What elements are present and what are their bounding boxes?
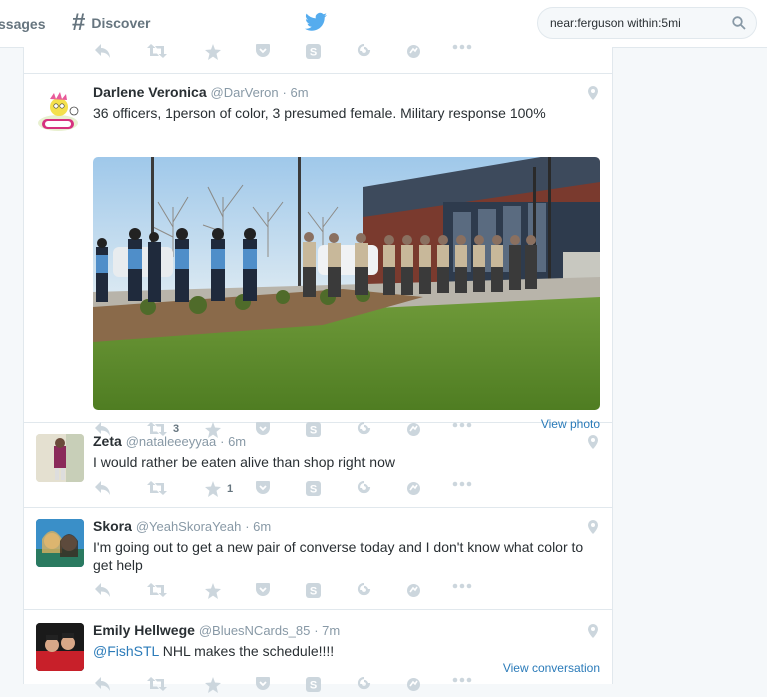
tweet-timestamp[interactable]: · 6m	[245, 519, 271, 534]
swirl-icon[interactable]	[357, 44, 371, 58]
tweet-fullname[interactable]: Darlene Veronica	[93, 84, 207, 100]
pocket-icon[interactable]	[256, 583, 270, 596]
location-pin-icon[interactable]	[588, 435, 598, 454]
tweet-header: Emily Hellwege @BluesNCards_85 · 7m	[93, 622, 340, 638]
tweet-timestamp[interactable]: · 7m	[314, 623, 340, 638]
tweet-actions: 1S	[95, 481, 515, 501]
tweet-fullname[interactable]: Emily Hellwege	[93, 622, 195, 638]
view-conversation-link[interactable]: View conversation	[503, 661, 600, 675]
tweet-text-rest: NHL makes the schedule!!!!	[158, 643, 335, 659]
nav-discover[interactable]: # Discover	[72, 9, 151, 36]
avatar[interactable]	[36, 623, 84, 671]
tweet-text: 36 officers, 1person of color, 3 presume…	[93, 105, 546, 121]
tweet-item[interactable]: Darlene Veronica @DarVeron · 6m 36 offic…	[24, 74, 612, 438]
skype-icon[interactable]: S	[306, 44, 321, 59]
tweet-fullname[interactable]: Skora	[93, 518, 132, 534]
retweet-icon[interactable]	[147, 677, 167, 691]
reply-icon[interactable]	[95, 481, 111, 495]
tweet-header: Darlene Veronica @DarVeron · 6m	[93, 84, 309, 100]
svg-text:S: S	[310, 680, 317, 692]
tweet-timestamp[interactable]: · 6m	[220, 434, 246, 449]
hashtag-icon: #	[72, 9, 86, 36]
location-pin-icon[interactable]	[588, 624, 598, 643]
svg-text:S: S	[310, 47, 317, 59]
reply-icon[interactable]	[95, 583, 111, 597]
disqus-icon[interactable]	[406, 583, 421, 598]
twitter-bird-icon[interactable]	[305, 12, 327, 37]
more-icon[interactable]	[452, 583, 472, 589]
swirl-icon[interactable]	[357, 583, 371, 597]
location-pin-icon[interactable]	[588, 86, 598, 105]
tweet-item[interactable]: Zeta @nataleeeyyaa · 6m I would rather b…	[24, 423, 612, 508]
retweet-icon[interactable]	[147, 583, 167, 597]
tweet-text: I would rather be eaten alive than shop …	[93, 454, 395, 470]
reply-icon[interactable]	[95, 44, 111, 58]
tweet-timestamp[interactable]: · 6m	[283, 85, 309, 100]
skype-icon[interactable]: S	[306, 677, 321, 692]
more-icon[interactable]	[452, 44, 472, 50]
tweet-handle[interactable]: @YeahSkoraYeah	[136, 519, 242, 534]
tweet-handle[interactable]: @nataleeeyyaa	[126, 434, 217, 449]
more-icon[interactable]	[452, 677, 472, 683]
tweet-header: Skora @YeahSkoraYeah · 6m	[93, 518, 271, 534]
favorite-count: 1	[227, 483, 234, 495]
retweet-icon[interactable]	[147, 481, 167, 495]
tweet-header: Zeta @nataleeeyyaa · 6m	[93, 433, 246, 449]
svg-text:S: S	[310, 484, 317, 496]
top-nav: ssages # Discover	[0, 0, 767, 48]
tweet-stream: S Darlene Veronica @DarVeron · 6m 36 off…	[23, 44, 613, 693]
retweet-icon[interactable]	[147, 44, 167, 58]
reply-icon[interactable]	[95, 677, 111, 691]
tweet-actions: S	[95, 677, 515, 697]
tweet-text: @FishSTL NHL makes the schedule!!!!	[93, 642, 603, 660]
favorite-icon[interactable]	[205, 44, 221, 60]
favorite-icon[interactable]: 1	[205, 481, 233, 497]
tweet-item[interactable]: Skora @YeahSkoraYeah · 6m I'm going out …	[24, 508, 612, 610]
location-pin-icon[interactable]	[588, 520, 598, 539]
avatar[interactable]	[36, 519, 84, 567]
swirl-icon[interactable]	[357, 677, 371, 691]
search-icon[interactable]	[732, 16, 746, 35]
avatar[interactable]	[36, 434, 84, 482]
svg-text:S: S	[310, 586, 317, 598]
tweet-handle[interactable]: @BluesNCards_85	[199, 623, 310, 638]
tweet-actions: S	[95, 44, 515, 64]
pocket-icon[interactable]	[256, 481, 270, 494]
favorite-icon[interactable]	[205, 677, 221, 693]
avatar[interactable]	[36, 87, 84, 135]
pocket-icon[interactable]	[256, 44, 270, 57]
search-input[interactable]	[550, 16, 720, 30]
skype-icon[interactable]: S	[306, 583, 321, 598]
tweet-mention[interactable]: @FishSTL	[93, 643, 159, 659]
favorite-icon[interactable]	[205, 583, 221, 599]
tweet-handle[interactable]: @DarVeron	[211, 85, 279, 100]
tweet-item[interactable]: Emily Hellwege @BluesNCards_85 · 7m @Fis…	[24, 610, 612, 693]
nav-messages[interactable]: ssages	[0, 16, 45, 32]
tweet-actions: S	[95, 583, 515, 603]
disqus-icon[interactable]	[406, 481, 421, 496]
tweet-text: I'm going out to get a new pair of conve…	[93, 539, 584, 573]
nav-discover-label: Discover	[91, 15, 151, 31]
search-box	[537, 7, 757, 39]
disqus-icon[interactable]	[406, 677, 421, 692]
tweet-partial: S	[24, 44, 612, 74]
more-icon[interactable]	[452, 481, 472, 487]
tweet-photo[interactable]	[93, 157, 600, 410]
disqus-icon[interactable]	[406, 44, 421, 59]
swirl-icon[interactable]	[357, 481, 371, 495]
tweet-fullname[interactable]: Zeta	[93, 433, 122, 449]
skype-icon[interactable]: S	[306, 481, 321, 496]
